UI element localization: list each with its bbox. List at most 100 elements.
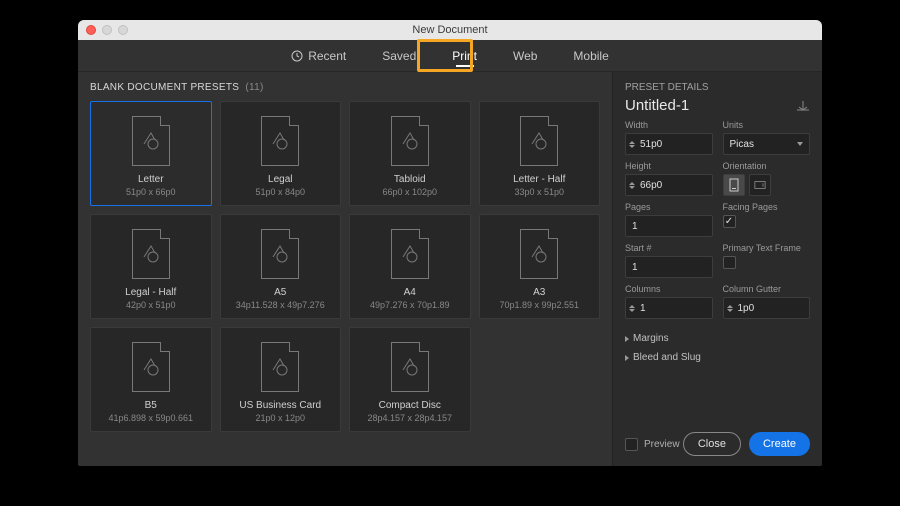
height-label: Height	[625, 161, 713, 171]
orientation-portrait-button[interactable]	[723, 174, 745, 196]
preset-name: Legal - Half	[125, 287, 176, 298]
page-fold-icon	[289, 342, 299, 352]
stepper-arrows-icon[interactable]	[629, 141, 635, 148]
stepper-arrows-icon[interactable]	[629, 305, 635, 312]
preset-card[interactable]: Legal 51p0 x 84p0	[220, 101, 342, 206]
preset-name: Legal	[268, 174, 292, 185]
preset-name: Letter	[138, 174, 164, 185]
height-field[interactable]: 66p0	[625, 174, 713, 196]
orientation-label: Orientation	[723, 161, 811, 171]
preset-card[interactable]: Compact Disc28p4.157 x 28p4.157	[349, 327, 471, 432]
preset-name: Letter - Half	[513, 174, 565, 185]
preview-toggle[interactable]: Preview	[625, 438, 680, 451]
document-name-row: Untitled-1	[625, 97, 810, 114]
chevron-right-icon	[625, 355, 629, 361]
page-fold-icon	[289, 116, 299, 126]
page-fold-icon	[419, 116, 429, 126]
preset-thumb	[132, 116, 170, 166]
chevron-down-icon	[797, 142, 803, 146]
tab-web[interactable]: Web	[513, 42, 537, 70]
document-shapes-icon	[140, 243, 162, 265]
preset-card[interactable]: US Business Card 21p0 x 12p0	[220, 327, 342, 432]
create-button[interactable]: Create	[749, 432, 810, 456]
preset-card[interactable]: A370p1.89 x 99p2.551	[479, 214, 601, 319]
preset-card[interactable]: Tabloid 66p0 x 102p0	[349, 101, 471, 206]
tutorial-highlight	[417, 39, 473, 72]
details-header-label: PRESET DETAILS	[625, 82, 709, 93]
width-field[interactable]: 51p0	[625, 133, 713, 155]
preset-dimensions: 51p0 x 84p0	[255, 187, 305, 197]
preset-dimensions: 34p11.528 x 49p7.276	[236, 300, 325, 310]
chevron-right-icon	[625, 336, 629, 342]
preset-card[interactable]: Letter51p0 x 66p0	[90, 101, 212, 206]
preset-dimensions: 21p0 x 12p0	[255, 413, 305, 423]
download-preset-icon[interactable]	[796, 101, 810, 111]
margins-label: Margins	[633, 333, 669, 344]
tab-saved[interactable]: Saved	[382, 42, 416, 70]
preset-name: US Business Card	[239, 400, 321, 411]
document-name[interactable]: Untitled-1	[625, 97, 689, 114]
tab-recent-label: Recent	[308, 49, 346, 63]
page-fold-icon	[160, 116, 170, 126]
preset-name: B5	[145, 400, 157, 411]
presets-section-title: BLANK DOCUMENT PRESETS (11)	[90, 82, 600, 93]
tab-saved-label: Saved	[382, 49, 416, 63]
preset-thumb	[132, 342, 170, 392]
preset-name: Compact Disc	[379, 400, 441, 411]
document-shapes-icon	[140, 130, 162, 152]
gutter-value: 1p0	[738, 303, 755, 314]
preset-dimensions: 70p1.89 x 99p2.551	[499, 300, 579, 310]
start-number-field[interactable]: 1	[625, 256, 713, 278]
document-shapes-icon	[399, 130, 421, 152]
close-button[interactable]: Close	[683, 432, 741, 456]
preset-dimensions: 49p7.276 x 70p1.89	[370, 300, 450, 310]
preset-thumb	[261, 116, 299, 166]
preset-name: A5	[274, 287, 286, 298]
preset-details-panel: PRESET DETAILS Untitled-1 Width 51p0 Uni…	[612, 72, 822, 466]
columns-field[interactable]: 1	[625, 297, 713, 319]
preset-dimensions: 33p0 x 51p0	[514, 187, 564, 197]
preset-card[interactable]: Legal - Half 42p0 x 51p0	[90, 214, 212, 319]
gutter-field[interactable]: 1p0	[723, 297, 811, 319]
presets-panel: BLANK DOCUMENT PRESETS (11) Letter51p0 x…	[78, 72, 612, 466]
document-shapes-icon	[269, 243, 291, 265]
gutter-label: Column Gutter	[723, 284, 811, 294]
units-select[interactable]: Picas	[723, 133, 811, 155]
document-shapes-icon	[140, 356, 162, 378]
preset-dimensions: 42p0 x 51p0	[126, 300, 176, 310]
tab-mobile-label: Mobile	[573, 49, 608, 63]
page-fold-icon	[548, 116, 558, 126]
preset-name: Tabloid	[394, 174, 426, 185]
clock-icon	[291, 50, 303, 62]
window-title: New Document	[78, 24, 822, 36]
height-value: 66p0	[640, 180, 662, 191]
preset-thumb	[391, 342, 429, 392]
preset-thumb	[132, 229, 170, 279]
preset-card[interactable]: B541p6.898 x 59p0.661	[90, 327, 212, 432]
preset-thumb	[391, 116, 429, 166]
titlebar: New Document	[78, 20, 822, 40]
margins-expander[interactable]: Margins	[625, 333, 810, 344]
pages-field[interactable]: 1	[625, 215, 713, 237]
stepper-arrows-icon[interactable]	[629, 182, 635, 189]
page-fold-icon	[160, 342, 170, 352]
facing-pages-label: Facing Pages	[723, 202, 811, 212]
document-shapes-icon	[528, 130, 550, 152]
dialog-footer: Preview Close Create	[625, 424, 810, 456]
preset-card[interactable]: A449p7.276 x 70p1.89	[349, 214, 471, 319]
document-shapes-icon	[269, 130, 291, 152]
presets-count: (11)	[245, 82, 263, 93]
bleed-slug-expander[interactable]: Bleed and Slug	[625, 352, 810, 363]
presets-grid: Letter51p0 x 66p0 Legal 51p0 x 84p0 Tabloid…	[90, 101, 600, 432]
facing-pages-checkbox[interactable]	[723, 215, 736, 228]
primary-text-frame-checkbox[interactable]	[723, 256, 736, 269]
preview-checkbox[interactable]	[625, 438, 638, 451]
preset-card[interactable]: Letter - Half 33p0 x 51p0	[479, 101, 601, 206]
preset-dimensions: 66p0 x 102p0	[382, 187, 437, 197]
stepper-arrows-icon[interactable]	[727, 305, 733, 312]
tab-recent[interactable]: Recent	[291, 42, 346, 70]
preset-card[interactable]: A5 34p11.528 x 49p7.276	[220, 214, 342, 319]
tab-mobile[interactable]: Mobile	[573, 42, 608, 70]
orientation-landscape-button[interactable]	[749, 174, 771, 196]
columns-value: 1	[640, 303, 646, 314]
